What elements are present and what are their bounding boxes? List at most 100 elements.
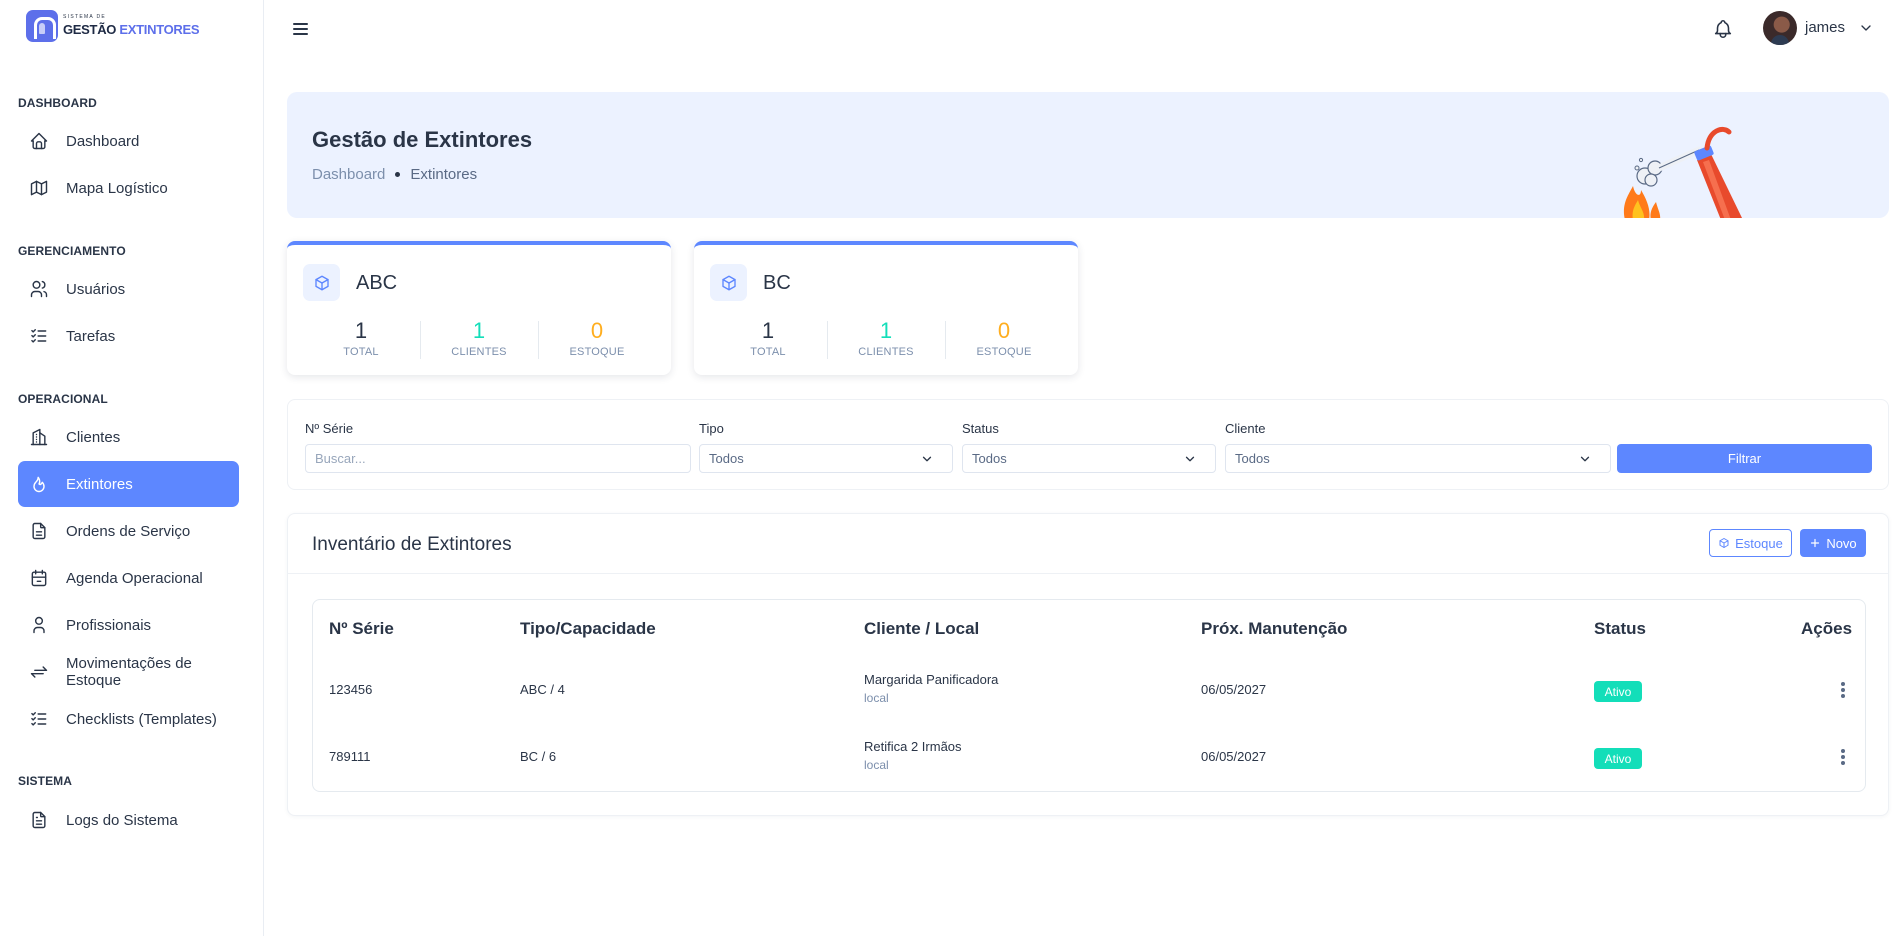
summary-card-bc: BC 1 TOTAL 1 CLIENTES 0 ESTOQUE [694, 241, 1078, 375]
nav-section-gerenciamento: GERENCIAMENTO [18, 244, 126, 258]
stat-total-label: TOTAL [750, 346, 786, 358]
breadcrumb-separator [395, 172, 401, 177]
cliente-select-value: Todos [1235, 451, 1270, 466]
status-select-value: Todos [972, 451, 1007, 466]
cliente-select[interactable]: Todos [1225, 444, 1611, 473]
chevron-down-icon [922, 456, 932, 462]
logo-small-text: SISTEMA DE [63, 13, 107, 20]
inventory-card-header: Inventário de Extintores Estoque Novo [288, 514, 1888, 574]
cell-serie: 789111 [329, 749, 371, 764]
breadcrumb-current: Extintores [410, 166, 478, 183]
box-icon [710, 264, 747, 301]
serie-filter-label: Nº Série [305, 421, 354, 436]
menu-toggle-icon[interactable] [292, 20, 310, 38]
sidebar-item-label: Extintores [66, 475, 133, 493]
cell-local: local [864, 758, 889, 772]
cell-serie: 123456 [329, 682, 373, 697]
logo-text-part2: EXTINTORES [119, 21, 200, 37]
sidebar-item-profissionais[interactable]: Profissionais [18, 602, 239, 648]
sidebar-item-mapa-logistico[interactable]: Mapa Logístico [18, 165, 239, 211]
box-icon [1719, 538, 1729, 548]
sidebar: SISTEMA DE GESTÃO EXTINTORES DASHBOARD D… [0, 0, 264, 936]
new-extinguisher-button[interactable]: Novo [1800, 529, 1866, 557]
inventory-card: Inventário de Extintores Estoque Novo Nº… [287, 513, 1889, 816]
user-avatar[interactable] [1763, 11, 1797, 45]
filter-button[interactable]: Filtrar [1617, 444, 1872, 473]
nav-section-operacional: OPERACIONAL [18, 392, 108, 406]
stat-clientes-label: CLIENTES [858, 346, 914, 358]
sidebar-item-extintores[interactable]: Extintores [18, 461, 239, 507]
chevron-down-icon [1580, 456, 1590, 462]
estoque-button[interactable]: Estoque [1709, 529, 1792, 557]
serie-search-input[interactable] [305, 444, 691, 473]
app-logo[interactable]: SISTEMA DE GESTÃO EXTINTORES [26, 10, 200, 42]
building-icon [29, 427, 49, 447]
cell-manutencao: 06/05/2027 [1201, 682, 1267, 697]
sidebar-item-movimentacoes-estoque[interactable]: Movimentações de Estoque [18, 649, 239, 695]
home-icon [29, 131, 49, 151]
tipo-select[interactable]: Todos [699, 444, 953, 473]
inventory-title: Inventário de Extintores [312, 534, 512, 555]
users-icon [29, 279, 49, 299]
cell-tipo: BC / 6 [520, 749, 557, 764]
column-header-tipo: Tipo/Capacidade [520, 619, 656, 638]
username-label[interactable]: james [1805, 19, 1845, 36]
page-header-banner: Gestão de Extintores Dashboard Extintore… [287, 92, 1889, 218]
arrows-exchange-icon [29, 662, 49, 682]
sidebar-item-agenda-operacional[interactable]: Agenda Operacional [18, 555, 239, 601]
page-title: Gestão de Extintores [312, 127, 533, 152]
logo-text-part1: GESTÃO [63, 21, 117, 37]
sidebar-item-dashboard[interactable]: Dashboard [18, 118, 239, 164]
stat-total-label: TOTAL [343, 346, 379, 358]
column-header-status: Status [1594, 619, 1646, 638]
inventory-table: Nº Série Tipo/Capacidade Cliente / Local… [312, 599, 1866, 792]
cell-cliente: Retifica 2 Irmãos [864, 739, 962, 754]
stat-estoque-label: ESTOQUE [569, 346, 625, 358]
sidebar-item-label: Profissionais [66, 616, 152, 634]
fire-extinguisher-illustration-icon [1624, 126, 1743, 218]
stat-estoque-value: 0 [997, 318, 1011, 343]
sidebar-item-label: Agenda Operacional [66, 569, 203, 587]
plus-icon [1811, 538, 1820, 548]
status-select[interactable]: Todos [962, 444, 1216, 473]
notification-bell-icon[interactable] [1712, 18, 1734, 40]
sidebar-item-label: Usuários [66, 280, 126, 298]
nav-section-dashboard: DASHBOARD [18, 96, 97, 110]
chevron-down-icon[interactable] [1858, 20, 1874, 36]
box-icon [303, 264, 340, 301]
sidebar-item-label: Ordens de Serviço [66, 522, 191, 540]
row-actions-kebab-icon[interactable] [1838, 747, 1848, 767]
breadcrumb-dashboard-link[interactable]: Dashboard [312, 166, 385, 183]
cell-tipo: ABC / 4 [520, 682, 565, 697]
nav-section-sistema: SISTEMA [18, 774, 73, 788]
tipo-filter-label: Tipo [699, 421, 724, 436]
sidebar-item-label: Checklists (Templates) [66, 710, 217, 728]
sidebar-item-ordens-de-servico[interactable]: Ordens de Serviço [18, 508, 239, 554]
sidebar-item-logs-do-sistema[interactable]: Logs do Sistema [18, 797, 239, 843]
status-filter-label: Status [962, 421, 999, 436]
row-actions-kebab-icon[interactable] [1838, 680, 1848, 700]
user-icon [29, 615, 49, 635]
sidebar-item-tarefas[interactable]: Tarefas [18, 313, 239, 359]
sidebar-item-label: Mapa Logístico [66, 179, 168, 197]
sidebar-item-checklists[interactable]: Checklists (Templates) [18, 696, 239, 742]
list-check-icon [29, 326, 49, 346]
stat-clientes-value: 1 [879, 318, 893, 343]
column-header-manutencao: Próx. Manutenção [1201, 619, 1348, 638]
breadcrumb: Dashboard Extintores [312, 166, 477, 183]
sidebar-item-label: Logs do Sistema [66, 811, 178, 829]
status-badge: Ativo [1594, 681, 1642, 702]
sidebar-item-label: Movimentações de Estoque [66, 655, 192, 689]
estoque-button-label: Estoque [1735, 535, 1783, 551]
summary-card-title: BC [763, 272, 791, 294]
stat-estoque-value: 0 [590, 318, 604, 343]
chevron-down-icon [1185, 456, 1195, 462]
extinguisher-logo-icon [26, 10, 58, 42]
summary-stats: 1 TOTAL 1 CLIENTES 0 ESTOQUE [709, 319, 1063, 361]
cliente-filter-label: Cliente [1225, 421, 1266, 436]
sidebar-item-clientes[interactable]: Clientes [18, 414, 239, 460]
sidebar-item-usuarios[interactable]: Usuários [18, 266, 239, 312]
sidebar-item-label: Dashboard [66, 132, 140, 150]
column-header-acoes: Ações [1801, 619, 1853, 638]
stat-clientes-value: 1 [472, 318, 486, 343]
